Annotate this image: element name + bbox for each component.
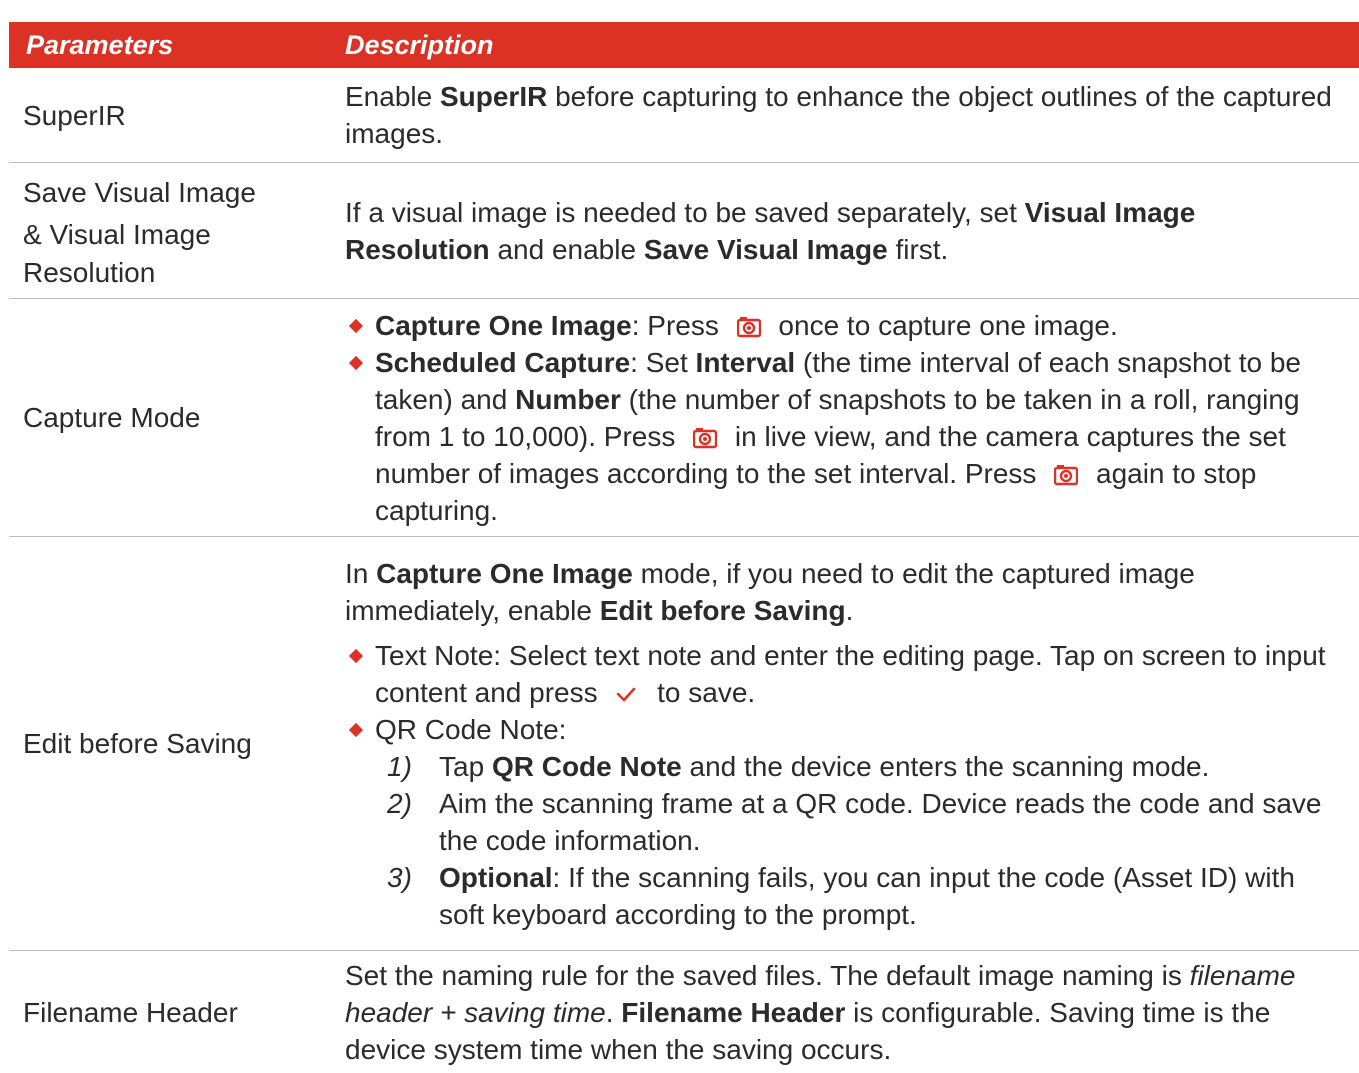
table-row: Capture Mode Capture One Image: Press on… — [9, 299, 1359, 537]
table-row: Save Visual Image & Visual Image Resolut… — [9, 163, 1359, 299]
param-label: Filename Header — [23, 996, 238, 1028]
table-header: Parameters Description — [9, 22, 1359, 68]
checkmark-icon — [617, 687, 636, 701]
diamond-bullet-icon — [349, 649, 363, 663]
param-cell: Edit before Saving — [9, 537, 345, 950]
step-item: 2) Aim the scanning frame at a QR code. … — [387, 787, 1322, 856]
description-cell: Capture One Image: Press once to capture… — [345, 299, 1359, 536]
description-text: Set the naming rule for the saved files.… — [345, 959, 1296, 1065]
description-cell: In Capture One Image mode, if you need t… — [345, 537, 1359, 950]
table-row: Filename Header Set the naming rule for … — [9, 951, 1359, 1073]
diamond-bullet-icon — [349, 319, 363, 333]
list-item: Text Note: Select text note and enter th… — [345, 637, 1347, 711]
description-cell: Set the naming rule for the saved files.… — [345, 951, 1359, 1073]
parameters-table: Parameters Description SuperIR Enable Su… — [9, 22, 1359, 1073]
param-cell: Save Visual Image & Visual Image Resolut… — [9, 163, 345, 298]
list-item: Capture One Image: Press once to capture… — [345, 307, 1347, 344]
header-parameters: Parameters — [26, 29, 174, 60]
diamond-bullet-icon — [349, 356, 363, 370]
description-text: If a visual image is needed to be saved … — [345, 196, 1196, 265]
param-cell: Filename Header — [9, 951, 345, 1073]
header-description: Description — [345, 29, 494, 60]
param-cell: SuperIR — [9, 68, 345, 162]
param-label: SuperIR — [23, 99, 126, 131]
list-item: Scheduled Capture: Set Interval (the tim… — [345, 344, 1347, 529]
diamond-bullet-icon — [349, 723, 363, 737]
step-item: 1) Tap QR Code Note and the device enter… — [387, 750, 1210, 782]
step-item: 3) Optional: If the scanning fails, you … — [387, 861, 1295, 930]
list-item: QR Code Note: — [345, 711, 1347, 748]
param-label: Capture Mode — [23, 402, 201, 433]
description-text: In Capture One Image mode, if you need t… — [345, 557, 1195, 626]
param-label: Edit before Saving — [23, 728, 252, 759]
param-label: Save Visual Image & Visual Image Resolut… — [23, 176, 256, 288]
table-row: Edit before Saving In Capture One Image … — [9, 537, 1359, 951]
param-cell: Capture Mode — [9, 299, 345, 536]
camera-capture-icon — [1054, 464, 1079, 485]
table-row: SuperIR Enable SuperIR before capturing … — [9, 68, 1359, 163]
description-cell: If a visual image is needed to be saved … — [345, 163, 1359, 298]
description-text: Enable SuperIR before capturing to enhan… — [345, 81, 1332, 149]
description-cell: Enable SuperIR before capturing to enhan… — [345, 68, 1359, 162]
camera-capture-icon — [736, 316, 761, 337]
camera-capture-icon — [693, 427, 718, 448]
